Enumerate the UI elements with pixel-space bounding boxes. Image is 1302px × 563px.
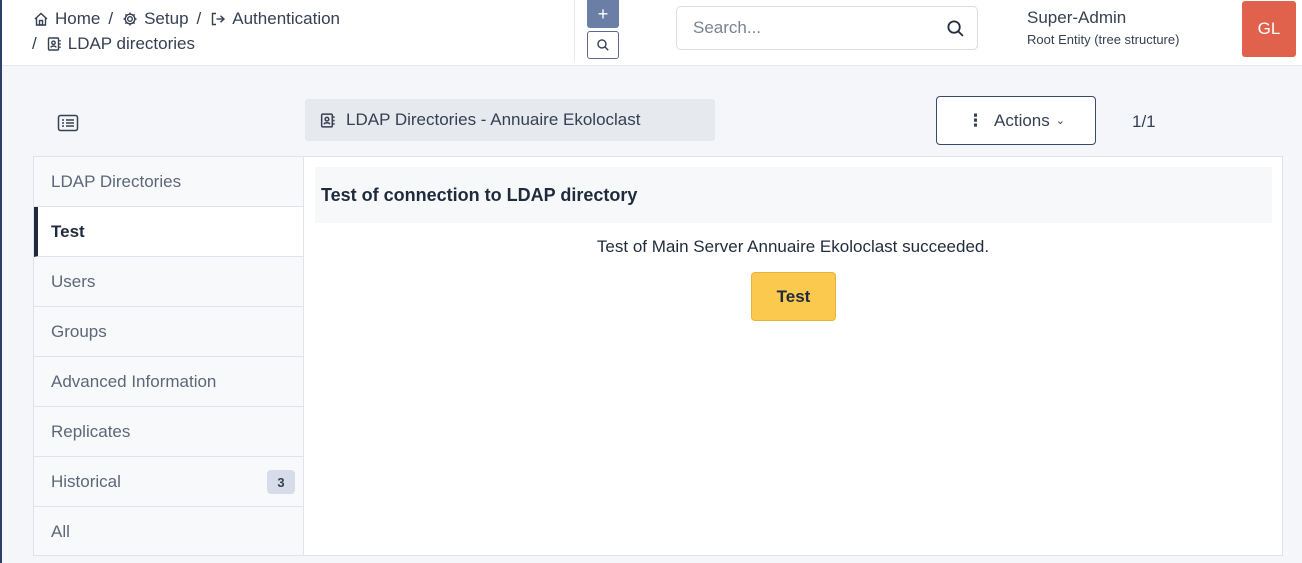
add-button[interactable]: + xyxy=(587,0,619,28)
item-title-label: LDAP Directories - Annuaire Ekoloclast xyxy=(346,110,641,129)
avatar[interactable]: GL xyxy=(1242,1,1296,57)
tab-label: Test xyxy=(51,221,85,241)
tab-label: Replicates xyxy=(51,421,131,441)
breadcrumb-home[interactable]: Home xyxy=(32,6,100,31)
search-input[interactable] xyxy=(693,18,946,38)
count-badge: 3 xyxy=(267,470,295,494)
kebab-icon: ⋮ xyxy=(967,110,985,130)
tab-historical[interactable]: Historical 3 xyxy=(34,457,303,507)
tab-all[interactable]: All xyxy=(34,507,303,557)
tab-label: Advanced Information xyxy=(51,371,217,391)
gear-icon xyxy=(121,10,139,28)
main-panel: Test of connection to LDAP directory Tes… xyxy=(303,156,1283,556)
breadcrumb-setup-label: Setup xyxy=(144,9,189,28)
test-result-message: Test of Main Server Annuaire Ekoloclast … xyxy=(596,237,990,256)
item-title: LDAP Directories - Annuaire Ekoloclast xyxy=(305,99,715,141)
left-rail xyxy=(0,0,2,563)
tab-advanced-information[interactable]: Advanced Information xyxy=(34,357,303,407)
breadcrumb-authentication-label: Authentication xyxy=(232,9,341,28)
search-icon[interactable] xyxy=(946,19,965,38)
tab-label: All xyxy=(51,522,70,541)
address-book-icon xyxy=(45,35,63,53)
search-field[interactable] xyxy=(676,6,978,50)
tab-groups[interactable]: Groups xyxy=(34,307,303,357)
user-entity: Root Entity (tree structure) xyxy=(1027,32,1180,47)
search-toggle-button[interactable] xyxy=(587,31,619,59)
address-book-icon xyxy=(319,112,346,129)
tab-replicates[interactable]: Replicates xyxy=(34,407,303,457)
breadcrumb-authentication[interactable]: Authentication xyxy=(209,6,340,31)
pager: 1/1 xyxy=(1132,112,1156,131)
home-icon xyxy=(32,10,50,28)
header-divider xyxy=(574,0,575,62)
breadcrumb-setup[interactable]: Setup xyxy=(121,6,189,31)
actions-button[interactable]: ⋮ Actions ⌄ xyxy=(936,96,1096,145)
tab-nav: LDAP Directories Test Users Groups Advan… xyxy=(33,156,303,556)
breadcrumb-ldap-label: LDAP directories xyxy=(67,34,195,53)
tab-label: LDAP Directories xyxy=(51,171,182,191)
user-name: Super-Admin xyxy=(1027,8,1127,27)
top-header: Home / Setup / Authentication / LDAP dir… xyxy=(2,0,1302,66)
breadcrumb-separator: / xyxy=(108,9,114,28)
breadcrumb-home-label: Home xyxy=(55,9,101,28)
breadcrumb-separator: / xyxy=(32,34,37,53)
search-icon xyxy=(596,38,610,52)
test-button[interactable]: Test xyxy=(751,272,836,321)
user-menu[interactable]: Super-Admin Root Entity (tree structure) xyxy=(1027,8,1179,50)
sign-in-icon xyxy=(209,10,227,28)
tab-label: Groups xyxy=(51,321,107,341)
breadcrumb-separator: / xyxy=(196,9,202,28)
tab-test[interactable]: Test xyxy=(34,207,303,257)
panel-title: Test of connection to LDAP directory xyxy=(315,167,1272,223)
breadcrumb: Home / Setup / Authentication / LDAP dir… xyxy=(32,6,340,56)
breadcrumb-ldap-directories[interactable]: LDAP directories xyxy=(45,31,195,56)
list-view-icon[interactable] xyxy=(57,114,81,134)
tab-ldap-directories[interactable]: LDAP Directories xyxy=(34,157,303,207)
chevron-down-icon: ⌄ xyxy=(1055,115,1065,127)
tab-label: Historical xyxy=(51,471,121,491)
tab-label: Users xyxy=(51,271,96,291)
actions-label: Actions xyxy=(994,110,1050,130)
tab-users[interactable]: Users xyxy=(34,257,303,307)
